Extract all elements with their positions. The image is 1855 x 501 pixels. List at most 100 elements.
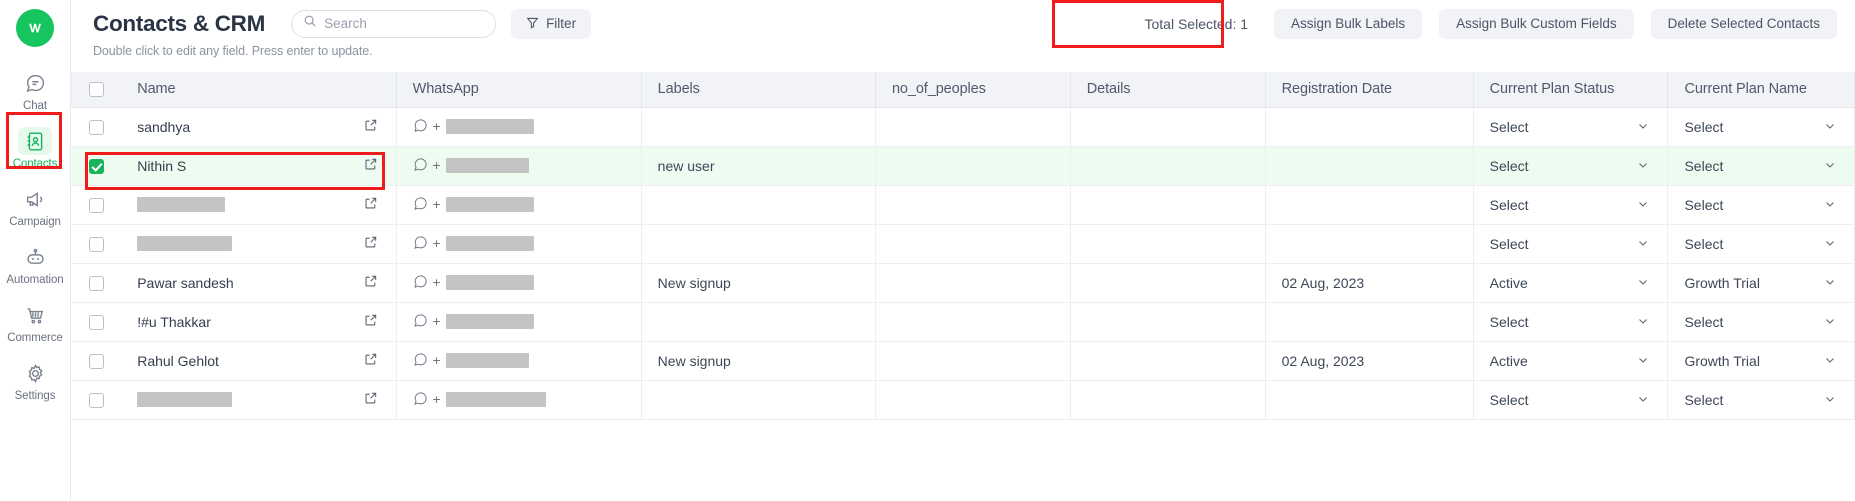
current-plan-status-cell[interactable]: Select <box>1473 224 1669 264</box>
details-cell[interactable] <box>1070 107 1266 147</box>
row-select-cell[interactable] <box>71 341 122 381</box>
no-of-peoples-cell[interactable] <box>875 380 1071 420</box>
labels-cell[interactable]: New signup <box>641 341 876 381</box>
registration-date-cell[interactable] <box>1265 146 1474 186</box>
details-cell[interactable] <box>1070 380 1266 420</box>
open-external-icon[interactable] <box>364 274 378 291</box>
details-cell[interactable] <box>1070 224 1266 264</box>
current-plan-status-cell[interactable]: Active <box>1473 341 1669 381</box>
current-plan-name-cell[interactable]: Select <box>1667 146 1855 186</box>
assign-bulk-labels-button[interactable]: Assign Bulk Labels <box>1274 8 1423 39</box>
sidebar-item-automation[interactable]: Automation <box>4 237 67 291</box>
table-row[interactable]: + Select Select <box>71 224 1855 264</box>
chevron-down-icon[interactable] <box>1824 158 1836 174</box>
chevron-down-icon[interactable] <box>1824 392 1836 408</box>
chevron-down-icon[interactable] <box>1637 197 1649 213</box>
table-row[interactable]: + Select Select <box>71 185 1855 225</box>
row-checkbox[interactable] <box>89 236 104 252</box>
no-of-peoples-cell[interactable] <box>875 224 1071 264</box>
assign-bulk-custom-fields-button[interactable]: Assign Bulk Custom Fields <box>1439 8 1634 39</box>
search-box[interactable] <box>291 9 497 38</box>
table-row[interactable]: sandhya + Select Select <box>71 107 1855 147</box>
details-cell[interactable] <box>1070 185 1266 225</box>
no-of-peoples-cell[interactable] <box>875 107 1071 147</box>
delete-selected-contacts-button[interactable]: Delete Selected Contacts <box>1650 8 1837 39</box>
row-checkbox[interactable] <box>89 158 104 174</box>
no-of-peoples-cell[interactable] <box>875 263 1071 303</box>
column-header-no-of-peoples[interactable]: no_of_peoples <box>875 72 1071 108</box>
table-row[interactable]: Rahul Gehlot + New signup 02 Aug, 2023 Activ… <box>71 341 1855 381</box>
chevron-down-icon[interactable] <box>1637 353 1649 369</box>
no-of-peoples-cell[interactable] <box>875 302 1071 342</box>
row-select-cell[interactable] <box>71 263 122 303</box>
name-cell[interactable] <box>121 224 397 264</box>
select-all-checkbox[interactable] <box>89 81 104 97</box>
current-plan-name-cell[interactable]: Select <box>1667 380 1855 420</box>
whatsapp-cell[interactable]: + <box>396 146 642 186</box>
whatsapp-cell[interactable]: + <box>396 380 642 420</box>
current-plan-status-cell[interactable]: Select <box>1473 146 1669 186</box>
sidebar-item-campaign[interactable]: Campaign <box>4 179 67 233</box>
current-plan-name-cell[interactable]: Growth Trial <box>1667 341 1855 381</box>
labels-cell[interactable]: New signup <box>641 263 876 303</box>
chevron-down-icon[interactable] <box>1637 314 1649 330</box>
name-cell[interactable] <box>121 380 397 420</box>
open-external-icon[interactable] <box>364 196 378 213</box>
column-header-name[interactable]: Name <box>121 72 397 108</box>
whatsapp-cell[interactable]: + <box>396 185 642 225</box>
no-of-peoples-cell[interactable] <box>875 146 1071 186</box>
details-cell[interactable] <box>1070 302 1266 342</box>
table-row[interactable]: Nithin S + new user Select Select <box>71 146 1855 186</box>
whatsapp-cell[interactable]: + <box>396 224 642 264</box>
labels-cell[interactable]: new user <box>641 146 876 186</box>
row-select-cell[interactable] <box>71 185 122 225</box>
chevron-down-icon[interactable] <box>1824 197 1836 213</box>
registration-date-cell[interactable] <box>1265 302 1474 342</box>
labels-cell[interactable] <box>641 185 876 225</box>
current-plan-name-cell[interactable]: Select <box>1667 302 1855 342</box>
details-cell[interactable] <box>1070 146 1266 186</box>
filter-button[interactable]: Filter <box>511 8 592 39</box>
registration-date-cell[interactable] <box>1265 380 1474 420</box>
chevron-down-icon[interactable] <box>1824 236 1836 252</box>
chevron-down-icon[interactable] <box>1637 158 1649 174</box>
whatsapp-cell[interactable]: + <box>396 263 642 303</box>
chevron-down-icon[interactable] <box>1637 236 1649 252</box>
details-cell[interactable] <box>1070 263 1266 303</box>
table-row[interactable]: !#u Thakkar + Select Select <box>71 302 1855 342</box>
name-cell[interactable]: sandhya <box>121 107 397 147</box>
current-plan-name-cell[interactable]: Select <box>1667 107 1855 147</box>
open-external-icon[interactable] <box>364 235 378 252</box>
current-plan-status-cell[interactable]: Select <box>1473 302 1669 342</box>
column-header-details[interactable]: Details <box>1070 72 1266 108</box>
chevron-down-icon[interactable] <box>1637 119 1649 135</box>
chevron-down-icon[interactable] <box>1824 314 1836 330</box>
labels-cell[interactable] <box>641 380 876 420</box>
registration-date-cell[interactable] <box>1265 185 1474 225</box>
chevron-down-icon[interactable] <box>1824 119 1836 135</box>
chevron-down-icon[interactable] <box>1637 275 1649 291</box>
row-select-cell[interactable] <box>71 146 122 186</box>
chevron-down-icon[interactable] <box>1824 353 1836 369</box>
open-external-icon[interactable] <box>364 313 378 330</box>
column-header-registration-date[interactable]: Registration Date <box>1265 72 1474 108</box>
open-external-icon[interactable] <box>364 157 378 174</box>
name-cell[interactable] <box>121 185 397 225</box>
registration-date-cell[interactable] <box>1265 107 1474 147</box>
sidebar-item-commerce[interactable]: Commerce <box>4 295 67 349</box>
sidebar-item-contacts[interactable]: Contacts <box>4 121 67 175</box>
select-all-header[interactable] <box>71 72 122 108</box>
current-plan-status-cell[interactable]: Select <box>1473 185 1669 225</box>
labels-cell[interactable] <box>641 224 876 264</box>
details-cell[interactable] <box>1070 341 1266 381</box>
row-select-cell[interactable] <box>71 107 122 147</box>
chevron-down-icon[interactable] <box>1824 275 1836 291</box>
name-cell[interactable]: Nithin S <box>121 146 397 186</box>
column-header-current-plan-status[interactable]: Current Plan Status <box>1473 72 1669 108</box>
open-external-icon[interactable] <box>364 391 378 408</box>
current-plan-name-cell[interactable]: Growth Trial <box>1667 263 1855 303</box>
open-external-icon[interactable] <box>364 352 378 369</box>
column-header-whatsapp[interactable]: WhatsApp <box>396 72 642 108</box>
no-of-peoples-cell[interactable] <box>875 185 1071 225</box>
row-checkbox[interactable] <box>89 275 104 291</box>
